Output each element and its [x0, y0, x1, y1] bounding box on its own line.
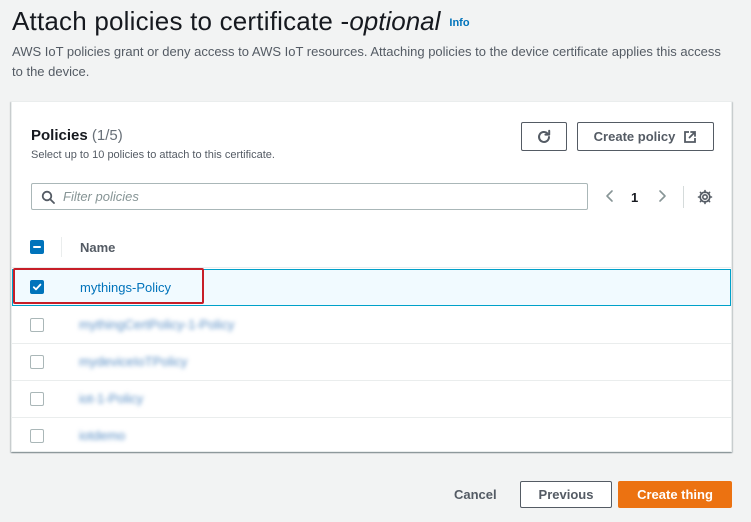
policy-name-link[interactable]: mythingCertPolicy-1-Policy: [79, 317, 234, 332]
policies-description: Select up to 10 policies to attach to th…: [31, 149, 275, 161]
attach-policies-page: Attach policies to certificate - optiona…: [0, 0, 751, 522]
page-title-optional: optional: [349, 6, 441, 36]
row-checkbox[interactable]: [30, 280, 44, 294]
row-checkbox[interactable]: [30, 392, 44, 406]
policies-header: Policies (1/5): [31, 127, 123, 144]
table-row[interactable]: iotdemo: [12, 418, 731, 455]
search-icon: [41, 190, 55, 204]
table-header: Name: [12, 229, 731, 268]
select-all-checkbox[interactable]: [30, 240, 44, 254]
indeterminate-icon: [33, 246, 41, 248]
table-row[interactable]: mydeviceIoTPolicy: [12, 344, 731, 381]
column-header-name[interactable]: Name: [80, 240, 115, 255]
pagination-divider: [683, 186, 684, 208]
page-header: Attach policies to certificate - optiona…: [12, 6, 470, 37]
info-link[interactable]: Info: [449, 17, 469, 29]
policy-name-link[interactable]: iotdemo: [79, 428, 125, 443]
gear-icon[interactable]: [697, 189, 713, 205]
table-row[interactable]: mythingCertPolicy-1-Policy: [12, 307, 731, 344]
filter-policies-input-wrapper[interactable]: [31, 183, 588, 210]
policy-name-link[interactable]: iot-1-Policy: [79, 391, 143, 406]
previous-button[interactable]: Previous: [520, 481, 612, 508]
column-divider: [61, 237, 62, 257]
table-row[interactable]: iot-1-Policy: [12, 381, 731, 418]
refresh-icon: [538, 129, 551, 143]
create-thing-button[interactable]: Create thing: [618, 481, 732, 508]
row-checkbox[interactable]: [30, 429, 44, 443]
chevron-right-icon[interactable]: [656, 188, 668, 204]
filter-policies-input[interactable]: [63, 189, 563, 204]
policies-count: (1/5): [91, 127, 123, 144]
policies-title: Policies: [31, 127, 88, 144]
policy-name-link[interactable]: mydeviceIoTPolicy: [79, 354, 187, 369]
checkmark-icon: [32, 283, 42, 291]
row-checkbox[interactable]: [30, 318, 44, 332]
refresh-button[interactable]: [521, 122, 567, 151]
pagination-current-page[interactable]: 1: [631, 190, 638, 205]
page-title: Attach policies to certificate -: [12, 6, 350, 36]
create-policy-button[interactable]: Create policy: [577, 122, 714, 151]
row-checkbox[interactable]: [30, 355, 44, 369]
policy-name-link[interactable]: mythings-Policy: [80, 280, 171, 295]
chevron-left-icon[interactable]: [604, 188, 616, 204]
external-link-icon: [684, 130, 697, 143]
policies-container: Policies (1/5) Select up to 10 policies …: [11, 101, 732, 452]
table-row[interactable]: mythings-Policy: [12, 269, 731, 306]
cancel-button[interactable]: Cancel: [454, 487, 497, 502]
create-policy-label: Create policy: [593, 129, 676, 144]
page-description: AWS IoT policies grant or deny access to…: [12, 44, 721, 79]
